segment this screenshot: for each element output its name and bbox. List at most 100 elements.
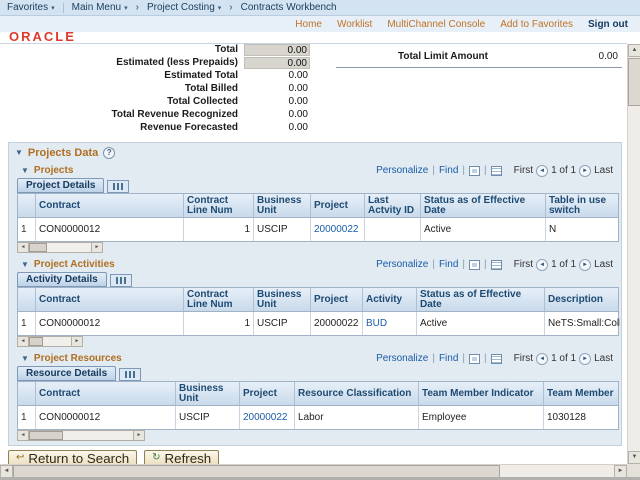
scrollbar-thumb[interactable] [29, 431, 63, 440]
column-header[interactable]: Resource Classification [295, 382, 419, 405]
scrollbar-track[interactable] [29, 243, 91, 252]
contract-line-num-cell: 1 [184, 218, 254, 241]
column-header[interactable]: Contract [36, 382, 176, 405]
resources-grid: Contract Business Unit Project Resource … [17, 381, 619, 430]
header-links: Home Worklist MultiChannel Console Add t… [0, 16, 640, 32]
activities-grid-hscrollbar[interactable]: ◄ ► [17, 336, 83, 347]
projects-grid-hscrollbar[interactable]: ◄ ► [17, 242, 103, 253]
horizontal-scrollbar[interactable]: ◄ ► [0, 464, 627, 477]
detach-icon[interactable] [469, 166, 480, 176]
toolbar-separator: | [462, 353, 465, 364]
column-header[interactable]: Project [311, 288, 363, 311]
download-icon[interactable] [491, 354, 502, 364]
next-page-icon[interactable]: ► [579, 165, 591, 177]
column-header[interactable]: Business Unit [254, 288, 311, 311]
personalize-link[interactable]: Personalize [376, 165, 428, 176]
collapse-triangle-icon[interactable]: ▼ [21, 261, 29, 269]
projects-data-header[interactable]: ▼ Projects Data ? [15, 147, 115, 159]
previous-page-icon[interactable]: ◄ [536, 353, 548, 365]
scroll-left-icon[interactable]: ◄ [18, 431, 29, 440]
scrollbar-thumb[interactable] [29, 243, 47, 252]
column-header[interactable]: Description [545, 288, 620, 311]
find-link[interactable]: Find [439, 165, 458, 176]
help-icon[interactable]: ? [103, 147, 115, 159]
resources-grid-hscrollbar[interactable]: ◄ ► [17, 430, 145, 441]
collapse-triangle-icon[interactable]: ▼ [21, 355, 29, 363]
resources-section-header: ▼ Project Resources Personalize | Find |… [21, 352, 613, 365]
download-icon[interactable] [491, 166, 502, 176]
column-header[interactable]: Contract Line Num [184, 194, 254, 217]
first-link[interactable]: First [514, 259, 533, 270]
detach-icon[interactable] [469, 260, 480, 270]
tab-project-details[interactable]: Project Details [17, 178, 104, 193]
collapse-triangle-icon[interactable]: ▼ [15, 149, 23, 157]
show-all-columns-icon[interactable] [119, 368, 141, 381]
last-link[interactable]: Last [594, 353, 613, 364]
show-all-columns-icon[interactable] [110, 274, 132, 287]
scrollbar-thumb[interactable] [29, 337, 43, 346]
scroll-right-icon[interactable]: ► [133, 431, 144, 440]
scrollbar-track[interactable] [29, 337, 71, 346]
scrollbar-track[interactable] [29, 431, 133, 440]
column-header[interactable]: Team Member [544, 382, 620, 405]
breadcrumb-item-contracts-workbench[interactable]: Contracts Workbench [241, 2, 337, 13]
scroll-left-icon[interactable]: ◄ [18, 243, 29, 252]
scroll-down-icon[interactable]: ▼ [628, 451, 640, 464]
activity-link[interactable]: BUD [363, 312, 417, 335]
sign-out-link[interactable]: Sign out [588, 19, 628, 30]
last-link[interactable]: Last [594, 259, 613, 270]
breadcrumb-item-main-menu[interactable]: Main Menu ▾ [72, 2, 128, 13]
next-page-icon[interactable]: ► [579, 353, 591, 365]
home-link[interactable]: Home [295, 19, 322, 30]
column-header[interactable]: Project [311, 194, 365, 217]
column-header[interactable]: Business Unit [254, 194, 311, 217]
scroll-up-icon[interactable]: ▲ [628, 44, 640, 57]
tab-resource-details[interactable]: Resource Details [17, 366, 116, 381]
first-link[interactable]: First [514, 353, 533, 364]
oracle-logo: ORACLE [9, 29, 76, 44]
column-header[interactable]: Activity [363, 288, 417, 311]
breadcrumb-label: Favorites [7, 2, 48, 13]
worklist-link[interactable]: Worklist [337, 19, 372, 30]
previous-page-icon[interactable]: ◄ [536, 165, 548, 177]
project-link[interactable]: 20000022 [240, 406, 295, 429]
column-header[interactable]: Project [240, 382, 295, 405]
breadcrumb-item-project-costing[interactable]: Project Costing ▾ [147, 2, 221, 13]
column-header[interactable]: Table in use switch [546, 194, 620, 217]
column-header[interactable]: Contract Line Num [184, 288, 254, 311]
summary-row: Revenue Forecasted 0.00 [0, 122, 320, 135]
vertical-scrollbar[interactable]: ▲ ▼ [627, 44, 640, 464]
last-link[interactable]: Last [594, 165, 613, 176]
column-header[interactable]: Team Member Indicator [419, 382, 544, 405]
previous-page-icon[interactable]: ◄ [536, 259, 548, 271]
next-page-icon[interactable]: ► [579, 259, 591, 271]
scroll-right-icon[interactable]: ► [71, 337, 82, 346]
column-header[interactable]: Status as of Effective Date [421, 194, 546, 217]
last-activity-cell [365, 218, 421, 241]
column-header[interactable]: Status as of Effective Date [417, 288, 545, 311]
download-icon[interactable] [491, 260, 502, 270]
column-header[interactable]: Business Unit [176, 382, 240, 405]
show-all-columns-icon[interactable] [107, 180, 129, 193]
first-link[interactable]: First [514, 165, 533, 176]
add-to-favorites-link[interactable]: Add to Favorites [500, 19, 573, 30]
chevron-down-icon: ▾ [51, 4, 55, 12]
multichannel-console-link[interactable]: MultiChannel Console [387, 19, 485, 30]
column-header[interactable]: Contract [36, 194, 184, 217]
breadcrumb-item-favorites[interactable]: Favorites ▾ [7, 2, 55, 13]
column-header[interactable]: Contract [36, 288, 184, 311]
tab-activity-details[interactable]: Activity Details [17, 272, 107, 287]
scroll-right-icon[interactable]: ► [91, 243, 102, 252]
summary-value: 0.00 [244, 44, 310, 56]
scroll-left-icon[interactable]: ◄ [18, 337, 29, 346]
find-link[interactable]: Find [439, 353, 458, 364]
project-link[interactable]: 20000022 [311, 218, 365, 241]
collapse-triangle-icon[interactable]: ▼ [21, 167, 29, 175]
personalize-link[interactable]: Personalize [376, 353, 428, 364]
scrollbar-thumb[interactable] [628, 58, 640, 106]
find-link[interactable]: Find [439, 259, 458, 270]
personalize-link[interactable]: Personalize [376, 259, 428, 270]
column-header[interactable]: Last Actvity ID [365, 194, 421, 217]
detach-icon[interactable] [469, 354, 480, 364]
activities-tab-row: Activity Details [17, 272, 132, 287]
